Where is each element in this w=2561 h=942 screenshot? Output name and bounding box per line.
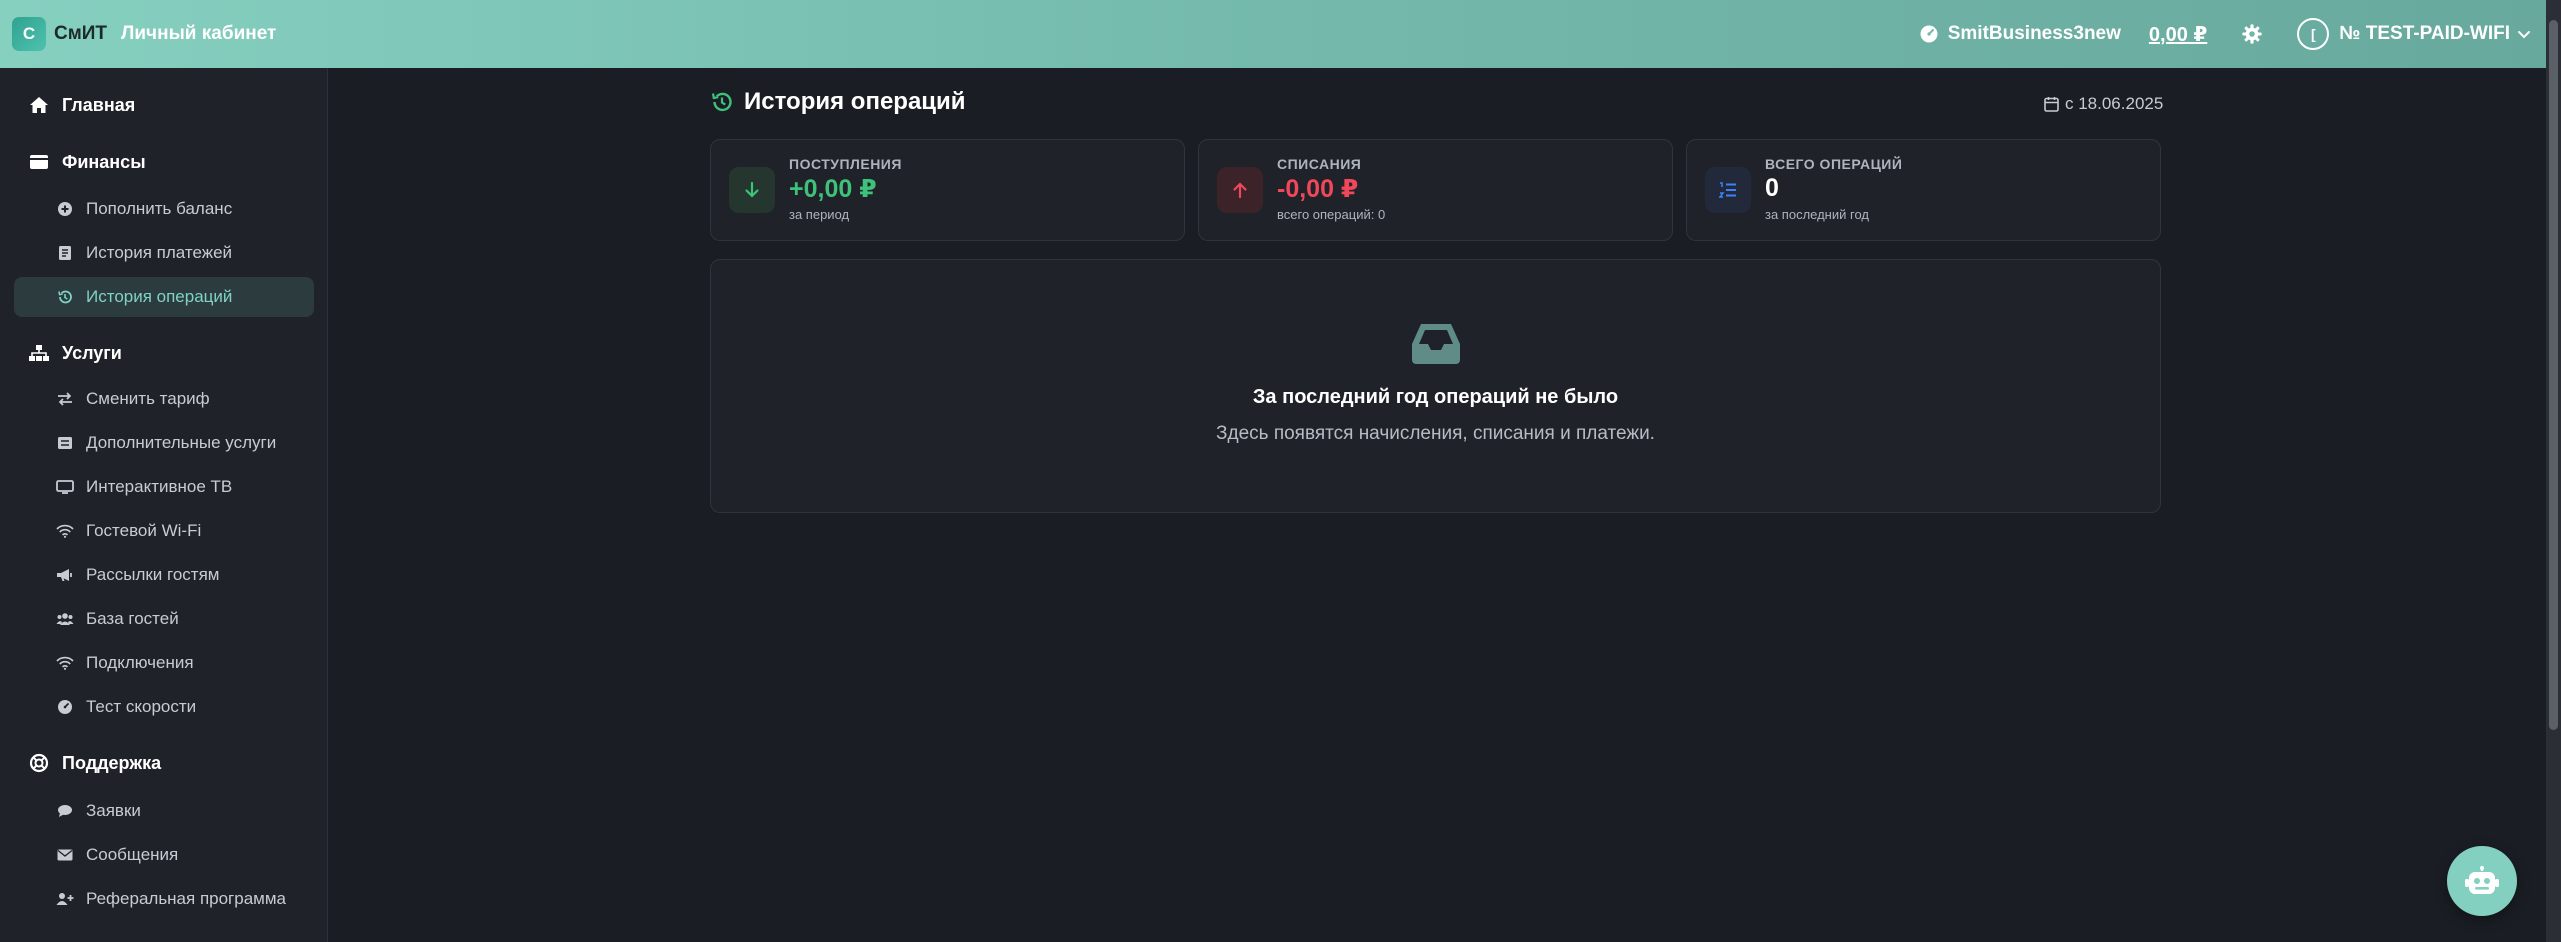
sidebar-item-guest-mailings[interactable]: Рассылки гостям bbox=[14, 555, 314, 595]
sidebar-item-referral[interactable]: Реферальная программа bbox=[14, 879, 314, 919]
sidebar-item-guest-base[interactable]: База гостей bbox=[14, 599, 314, 639]
settings-button[interactable] bbox=[2241, 23, 2263, 45]
empty-text: Здесь появятся начисления, списания и пл… bbox=[1216, 423, 1655, 444]
calendar-icon bbox=[2044, 97, 2059, 112]
expense-label: СПИСАНИЯ bbox=[1277, 156, 1362, 172]
scrollbar-thumb[interactable] bbox=[2549, 20, 2558, 730]
page-title-text: История операций bbox=[744, 88, 966, 115]
expense-sub: всего операций: 0 bbox=[1277, 207, 1386, 222]
expense-card: СПИСАНИЯ -0,00 ₽ всего операций: 0 bbox=[1198, 139, 1673, 241]
robot-icon bbox=[2465, 866, 2499, 894]
chat-icon bbox=[56, 802, 74, 820]
arrow-down-icon bbox=[729, 167, 775, 213]
income-value: +0,00 ₽ bbox=[789, 175, 877, 203]
business-name: SmitBusiness3new bbox=[1947, 23, 2121, 44]
sidebar-item-speed-test[interactable]: Тест скорости bbox=[14, 687, 314, 727]
sidebar-item-change-tariff[interactable]: Сменить тариф bbox=[14, 379, 314, 419]
sidebar-item-operation-history[interactable]: История операций bbox=[14, 277, 314, 317]
account-avatar: [ bbox=[2297, 18, 2330, 50]
speedometer-icon bbox=[56, 698, 74, 716]
sidebar-item-top-up[interactable]: Пополнить баланс bbox=[14, 189, 314, 229]
expense-value: -0,00 ₽ bbox=[1277, 175, 1359, 203]
chevron-down-icon bbox=[2516, 26, 2532, 42]
list-box-icon bbox=[56, 434, 74, 452]
income-label: ПОСТУПЛЕНИЯ bbox=[789, 156, 902, 172]
megaphone-icon bbox=[56, 566, 74, 584]
logo[interactable]: С СмИТ bbox=[12, 17, 107, 51]
top-bar: С СмИТ Личный кабинет SmitBusiness3new 0… bbox=[0, 0, 2546, 68]
sidebar: Главная Финансы Пополнить баланс История… bbox=[0, 68, 328, 942]
account-name: № TEST-PAID-WIFI bbox=[2339, 23, 2510, 44]
home-icon bbox=[28, 96, 50, 114]
date-label: с 18.06.2025 bbox=[2065, 94, 2164, 113]
swap-icon bbox=[56, 390, 74, 408]
balance-link[interactable]: 0,00 ₽ bbox=[2149, 22, 2207, 47]
chat-bot-button[interactable] bbox=[2447, 846, 2517, 916]
sidebar-group-services[interactable]: Услуги bbox=[28, 338, 122, 368]
plus-circle-icon bbox=[56, 200, 74, 218]
total-label: ВСЕГО ОПЕРАЦИЙ bbox=[1765, 156, 1903, 172]
envelope-icon bbox=[56, 846, 74, 864]
wifi-icon bbox=[56, 522, 74, 540]
empty-title: За последний год операций не было bbox=[1252, 386, 1619, 408]
history-icon bbox=[711, 92, 732, 112]
users-icon bbox=[56, 610, 74, 628]
empty-state: За последний год операций не было Здесь … bbox=[710, 259, 2161, 513]
life-ring-icon bbox=[28, 753, 50, 773]
sidebar-item-interactive-tv[interactable]: Интерактивное ТВ bbox=[14, 467, 314, 507]
sidebar-item-tickets[interactable]: Заявки bbox=[14, 791, 314, 831]
tv-icon bbox=[56, 478, 74, 496]
arrow-up-icon bbox=[1217, 167, 1263, 213]
gear-icon bbox=[2242, 24, 2262, 44]
cabinet-title: Личный кабинет bbox=[121, 23, 277, 44]
inbox-icon bbox=[1412, 324, 1460, 364]
sidebar-item-connections[interactable]: Подключения bbox=[14, 643, 314, 683]
user-plus-icon bbox=[56, 890, 74, 908]
sidebar-item-extra-services[interactable]: Дополнительные услуги bbox=[14, 423, 314, 463]
income-card: ПОСТУПЛЕНИЯ +0,00 ₽ за период bbox=[710, 139, 1185, 241]
logo-text: СмИТ bbox=[54, 23, 108, 44]
date-filter[interactable]: с 18.06.2025 bbox=[2044, 94, 2163, 114]
total-card: ВСЕГО ОПЕРАЦИЙ 0 за последний год bbox=[1686, 139, 2161, 241]
list-ordered-icon bbox=[1705, 167, 1751, 213]
wallet-icon bbox=[28, 154, 50, 170]
history-icon bbox=[56, 288, 74, 306]
business-selector[interactable]: SmitBusiness3new bbox=[1919, 23, 2121, 45]
sidebar-item-payment-history[interactable]: История платежей bbox=[14, 233, 314, 273]
sidebar-group-finance[interactable]: Финансы bbox=[28, 147, 146, 177]
total-sub: за последний год bbox=[1765, 207, 1869, 222]
speedometer-icon bbox=[1920, 25, 1938, 43]
sidebar-item-home[interactable]: Главная bbox=[28, 90, 135, 120]
page-title: История операций bbox=[710, 88, 966, 116]
wifi-icon bbox=[56, 654, 74, 672]
sitemap-icon bbox=[28, 344, 50, 362]
logo-mark: С bbox=[12, 17, 46, 51]
total-value: 0 bbox=[1765, 174, 1779, 202]
sidebar-item-messages[interactable]: Сообщения bbox=[14, 835, 314, 875]
account-menu[interactable]: [ № TEST-PAID-WIFI bbox=[2297, 18, 2532, 50]
income-sub: за период bbox=[789, 207, 850, 222]
scrollbar[interactable] bbox=[2546, 0, 2561, 942]
sidebar-group-support[interactable]: Поддержка bbox=[28, 748, 161, 778]
sidebar-item-guest-wifi[interactable]: Гостевой Wi-Fi bbox=[14, 511, 314, 551]
receipt-icon bbox=[56, 244, 74, 262]
